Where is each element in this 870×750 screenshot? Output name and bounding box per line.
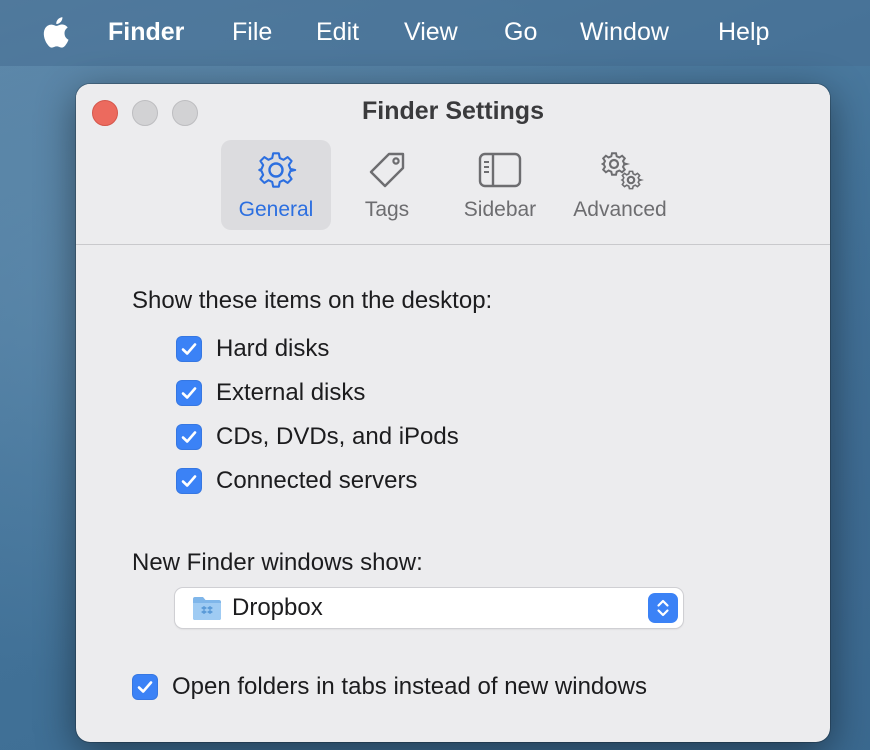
- general-pane: Show these items on the desktop: Hard di…: [76, 245, 830, 742]
- sidebar-icon: [478, 152, 522, 188]
- tab-general[interactable]: General: [221, 140, 331, 230]
- checkmark-icon: [181, 475, 197, 487]
- checkbox-row-external-disks[interactable]: External disks: [176, 379, 365, 407]
- cds-dvds-ipods-checkbox[interactable]: [176, 424, 202, 450]
- checkmark-icon: [181, 387, 197, 399]
- menu-go[interactable]: Go: [504, 18, 537, 47]
- desktop-items-heading: Show these items on the desktop:: [132, 287, 493, 314]
- checkmark-icon: [137, 681, 153, 693]
- external-disks-label: External disks: [216, 379, 366, 406]
- checkbox-row-cds-dvds-ipods[interactable]: CDs, DVDs, and iPods: [176, 423, 459, 451]
- menu-edit[interactable]: Edit: [316, 18, 359, 47]
- checkmark-icon: [181, 343, 197, 355]
- checkbox-row-connected-servers[interactable]: Connected servers: [176, 467, 417, 495]
- finder-settings-window: Finder Settings General Tags Sidebar Adv…: [76, 84, 830, 742]
- open-in-tabs-label: Open folders in tabs instead of new wind…: [172, 673, 647, 700]
- gears-icon: [600, 152, 644, 190]
- tag-icon: [369, 152, 405, 188]
- tab-tags[interactable]: Tags: [342, 140, 432, 230]
- new-windows-heading: New Finder windows show:: [132, 549, 423, 576]
- checkmark-icon: [181, 431, 197, 443]
- apple-menu-icon[interactable]: [40, 15, 70, 49]
- tab-sidebar-label: Sidebar: [463, 198, 537, 221]
- connected-servers-label: Connected servers: [216, 467, 418, 494]
- gear-icon: [258, 152, 297, 188]
- hard-disks-checkbox[interactable]: [176, 336, 202, 362]
- checkbox-row-open-in-tabs[interactable]: Open folders in tabs instead of new wind…: [132, 673, 647, 701]
- tab-advanced-label: Advanced: [573, 198, 667, 221]
- hard-disks-label: Hard disks: [216, 335, 330, 362]
- new-windows-popup[interactable]: Dropbox: [175, 588, 683, 628]
- dropbox-folder-icon: [193, 597, 221, 620]
- window-toolbar: Finder Settings General Tags Sidebar Adv…: [76, 84, 830, 245]
- open-in-tabs-checkbox[interactable]: [132, 674, 158, 700]
- tab-sidebar[interactable]: Sidebar: [450, 140, 550, 230]
- menu-view[interactable]: View: [404, 18, 458, 47]
- menu-file[interactable]: File: [232, 18, 272, 47]
- tab-tags-label: Tags: [364, 198, 410, 221]
- menu-window[interactable]: Window: [580, 18, 669, 47]
- menu-help[interactable]: Help: [718, 18, 769, 47]
- popup-chevrons-icon[interactable]: [648, 593, 678, 623]
- checkbox-row-hard-disks[interactable]: Hard disks: [176, 335, 329, 363]
- tab-advanced[interactable]: Advanced: [560, 140, 680, 230]
- external-disks-checkbox[interactable]: [176, 380, 202, 406]
- connected-servers-checkbox[interactable]: [176, 468, 202, 494]
- menu-bar: Finder File Edit View Go Window Help: [0, 0, 870, 66]
- tab-general-label: General: [238, 198, 314, 221]
- window-title: Finder Settings: [362, 97, 544, 125]
- menu-finder[interactable]: Finder: [108, 18, 184, 47]
- new-windows-value: Dropbox: [232, 594, 323, 621]
- cds-dvds-ipods-label: CDs, DVDs, and iPods: [216, 423, 459, 450]
